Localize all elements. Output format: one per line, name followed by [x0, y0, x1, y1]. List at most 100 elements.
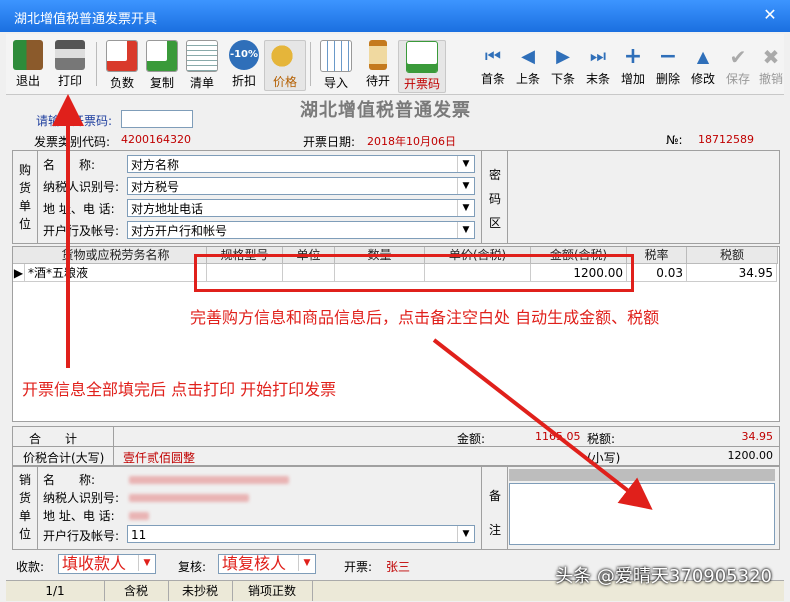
- chevron-down-icon[interactable]: ▼: [457, 222, 474, 238]
- seller-side-label: 销货单位: [18, 473, 31, 541]
- seller-taxid-label: 纳税人识别号:: [43, 491, 120, 505]
- buyer-taxid-label: 纳税人识别号:: [43, 180, 120, 194]
- date-label: 开票日期:: [303, 135, 356, 149]
- undo-button[interactable]: ✖ 撤销: [754, 40, 788, 87]
- chevron-down-icon[interactable]: ▼: [457, 178, 474, 194]
- last-record-button[interactable]: ⏭ 末条: [581, 40, 615, 87]
- last-icon: ⏭: [589, 46, 607, 67]
- tax-label: 税额:: [587, 432, 616, 446]
- close-icon[interactable]: ✕: [760, 5, 780, 25]
- buyer-address-input[interactable]: 对方地址电话 ▼: [127, 199, 475, 217]
- amount-total-value: 1165.05: [535, 430, 581, 443]
- seller-address-redacted: [129, 512, 149, 520]
- remark-input[interactable]: [509, 483, 775, 545]
- invoice-heading: 湖北增值税普通发票: [300, 100, 471, 121]
- seller-name-redacted: [129, 476, 289, 484]
- buyer-name-input[interactable]: 对方名称 ▼: [127, 155, 475, 173]
- number-value: 18712589: [698, 133, 754, 146]
- negative-button[interactable]: 负数: [102, 40, 142, 91]
- plus-icon: +: [623, 44, 643, 69]
- price-button[interactable]: 价格: [264, 40, 306, 91]
- window-title: 湖北增值税普通发票开具: [14, 12, 158, 27]
- chevron-down-icon[interactable]: ▼: [298, 555, 315, 571]
- save-button[interactable]: ✔ 保存: [721, 40, 755, 87]
- capital-value: 壹仟贰佰圆整: [123, 451, 196, 465]
- title-bar: 湖北增值税普通发票开具 ✕: [0, 0, 790, 32]
- next-icon: ▶: [556, 46, 570, 67]
- payee-select[interactable]: 填收款人 ▼: [58, 554, 156, 574]
- print-button[interactable]: 打印: [50, 40, 90, 89]
- list-icon: [186, 40, 218, 72]
- import-button[interactable]: 导入: [316, 40, 356, 91]
- cell-rate[interactable]: 0.03: [627, 264, 687, 282]
- totals-panel: 合 计 金额: 1165.05 税额: 34.95 价税合计(大写) 壹仟贰佰圆…: [12, 426, 780, 466]
- status-tax-mode: 含税: [104, 581, 169, 601]
- annotation-print: 开票信息全部填完后 点击打印 开始打印发票: [22, 380, 337, 399]
- first-record-button[interactable]: ⏮ 首条: [476, 40, 510, 87]
- buyer-name-label: 名 称:: [43, 158, 96, 172]
- seller-bank-input[interactable]: 11 ▼: [127, 525, 475, 543]
- remark-header: [509, 469, 775, 481]
- buyer-panel: 购货单位 名 称: 纳税人识别号: 地 址、电 话: 开户行及帐号: 对方名称 ▼…: [12, 150, 780, 244]
- issuer-value: 张三: [386, 560, 411, 574]
- capital-label: 价税合计(大写): [23, 451, 105, 465]
- small-label: (小写): [587, 451, 621, 465]
- small-value: 1200.00: [727, 449, 774, 462]
- exit-button[interactable]: 退出: [8, 40, 48, 89]
- copy-button[interactable]: 复制: [142, 40, 182, 91]
- delete-button[interactable]: − 删除: [651, 40, 685, 87]
- tax-total-value: 34.95: [741, 430, 774, 443]
- status-copy-tax: 未抄税: [168, 581, 233, 601]
- status-invoice-kind: 销项正数: [232, 581, 313, 601]
- add-button[interactable]: + 增加: [616, 40, 650, 87]
- exit-icon: [13, 40, 43, 70]
- printer-icon: [55, 40, 85, 70]
- cipher-area-label: 密码区: [488, 168, 501, 230]
- discount-button[interactable]: -10% 折扣: [224, 40, 264, 89]
- toolbar: 退出 打印 负数 复制 清单 -10% 折扣 价格 导入 待开 开票码 ⏮ 首条…: [6, 34, 784, 95]
- toolbar-divider: [96, 42, 97, 86]
- invoice-code-icon: [406, 41, 438, 73]
- chevron-down-icon[interactable]: ▼: [457, 526, 474, 542]
- invoice-code-button[interactable]: 开票码: [398, 40, 446, 93]
- invoice-window: 湖北增值税普通发票开具 ✕ 退出 打印 负数 复制 清单 -10% 折扣 价格 …: [0, 0, 790, 602]
- edit-button[interactable]: ▲ 修改: [686, 40, 720, 87]
- discount-icon: -10%: [229, 40, 259, 70]
- remark-label: 备注: [488, 489, 501, 537]
- list-button[interactable]: 清单: [182, 40, 222, 91]
- prev-record-button[interactable]: ◀ 上条: [511, 40, 545, 87]
- coins-icon: [270, 41, 300, 71]
- check-icon: ✔: [729, 45, 747, 69]
- reviewer-select[interactable]: 填复核人 ▼: [218, 554, 316, 574]
- buyer-bank-label: 开户行及帐号:: [43, 224, 120, 238]
- cell-tax[interactable]: 34.95: [687, 264, 777, 282]
- seller-address-label: 地 址、电 话:: [43, 509, 115, 523]
- type-code-label: 发票类别代码:: [34, 135, 111, 149]
- copy-icon: [146, 40, 178, 72]
- next-record-button[interactable]: ▶ 下条: [546, 40, 580, 87]
- minus-icon: −: [658, 44, 678, 69]
- col-header-rate: 税率: [627, 247, 687, 264]
- chevron-down-icon[interactable]: ▼: [457, 156, 474, 172]
- col-header-tax: 税额: [687, 247, 778, 264]
- buyer-bank-input[interactable]: 对方开户行和帐号 ▼: [127, 221, 475, 239]
- cell-name[interactable]: *酒*五粮液: [25, 264, 207, 282]
- chevron-down-icon[interactable]: ▼: [457, 200, 474, 216]
- buyer-taxid-input[interactable]: 对方税号 ▼: [127, 177, 475, 195]
- issuer-label: 开票:: [344, 560, 373, 574]
- code-prompt-label: 请输入开票码:: [36, 114, 113, 128]
- first-icon: ⏮: [484, 46, 502, 67]
- negative-invoice-icon: [106, 40, 138, 72]
- triangle-up-icon: ▲: [696, 47, 710, 66]
- chevron-down-icon[interactable]: ▼: [138, 555, 155, 571]
- row-indicator-icon: ▶: [13, 264, 25, 282]
- payee-label: 收款:: [16, 560, 45, 574]
- buyer-address-label: 地 址、电 话:: [43, 202, 115, 216]
- col-header-name: 货物或应税劳务名称: [25, 247, 207, 264]
- number-label: №:: [666, 133, 683, 147]
- type-code-value: 4200164320: [121, 133, 191, 146]
- pending-button[interactable]: 待开: [358, 40, 398, 89]
- sum-label: 合 计: [29, 432, 78, 446]
- invoice-code-input[interactable]: [121, 110, 193, 128]
- prev-icon: ◀: [521, 46, 535, 67]
